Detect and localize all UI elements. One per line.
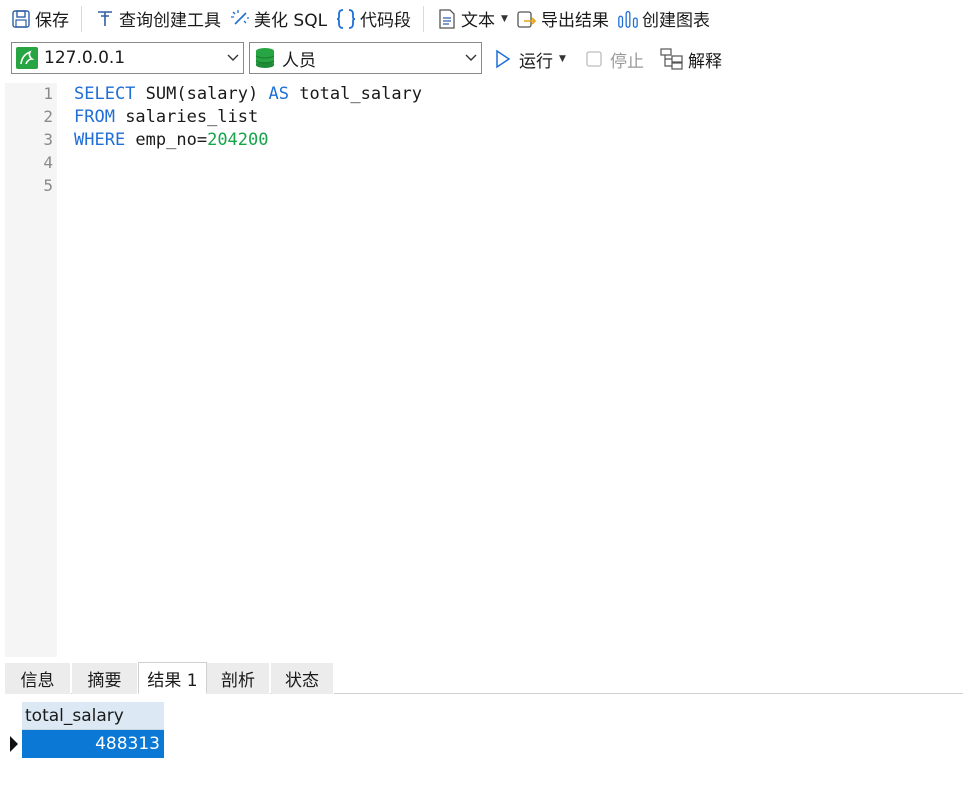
save-button[interactable]: 保存	[6, 4, 73, 34]
magic-wand-icon	[229, 8, 251, 30]
line-number: 3	[43, 130, 53, 149]
tab-profile[interactable]: 剖析	[207, 663, 270, 694]
export-icon	[516, 8, 538, 30]
line-number-gutter: 1 2 3 4 5	[5, 83, 57, 657]
dropdown-caret-icon: ▼	[559, 54, 566, 64]
main-toolbar: 保存 查询创建工具 美化 SQL 代码段 文本 ▼ 导出结果 创建图表	[0, 0, 963, 37]
beautify-sql-button[interactable]: 美化 SQL	[225, 4, 331, 34]
code-snippet-button[interactable]: 代码段	[331, 4, 415, 34]
column-header-total-salary[interactable]: total_salary	[22, 702, 164, 730]
line-number: 4	[43, 153, 53, 172]
code-line: SELECT SUM(salary) AS total_salary	[74, 84, 423, 104]
result-tabs: 信息 摘要 结果 1 剖析 状态	[5, 660, 963, 694]
query-builder-icon	[94, 8, 116, 30]
tab-info[interactable]: 信息	[5, 663, 71, 694]
code-line: FROM salaries_list	[74, 107, 259, 127]
stop-icon	[586, 51, 602, 67]
toolbar-divider	[423, 5, 425, 32]
result-cell[interactable]: 488313	[22, 730, 164, 758]
explain-button[interactable]: 解释	[660, 45, 722, 73]
connection-select[interactable]: 127.0.0.1	[11, 42, 244, 74]
query-builder-button[interactable]: 查询创建工具	[90, 4, 225, 34]
dropdown-caret-icon: ▼	[501, 13, 508, 24]
create-chart-button[interactable]: 创建图表	[613, 4, 714, 34]
export-result-button[interactable]: 导出结果	[512, 4, 613, 34]
tab-summary[interactable]: 摘要	[72, 663, 138, 694]
connection-toolbar: 127.0.0.1 人员 运行 ▼ 停止 解释	[0, 40, 963, 78]
play-icon	[495, 49, 511, 69]
result-grid: total_salary 488313	[5, 695, 963, 802]
explain-icon	[660, 48, 684, 70]
save-icon	[10, 8, 32, 30]
stop-button[interactable]: 停止	[586, 45, 644, 73]
tab-result-1[interactable]: 结果 1	[138, 662, 207, 694]
code-line: WHERE emp_no=204200	[74, 130, 269, 150]
toolbar-divider	[81, 5, 82, 32]
line-number: 1	[43, 84, 53, 103]
tab-status[interactable]: 状态	[271, 663, 334, 694]
chevron-down-icon	[223, 54, 243, 62]
run-button[interactable]: 运行 ▼	[495, 45, 566, 73]
braces-icon	[335, 8, 357, 30]
line-number: 5	[43, 176, 53, 195]
database-select[interactable]: 人员	[249, 42, 482, 74]
document-icon	[436, 8, 458, 30]
database-icon	[254, 47, 276, 69]
chevron-down-icon	[461, 54, 481, 62]
code-area[interactable]: SELECT SUM(salary) AS total_salary FROM …	[57, 83, 963, 657]
mysql-connection-icon	[16, 47, 38, 69]
sql-editor[interactable]: 1 2 3 4 5 SELECT SUM(salary) AS total_sa…	[5, 83, 963, 657]
chart-icon	[617, 8, 639, 30]
current-row-arrow-icon	[8, 733, 20, 755]
text-mode-button[interactable]: 文本 ▼	[432, 4, 512, 34]
line-number: 2	[43, 107, 53, 126]
